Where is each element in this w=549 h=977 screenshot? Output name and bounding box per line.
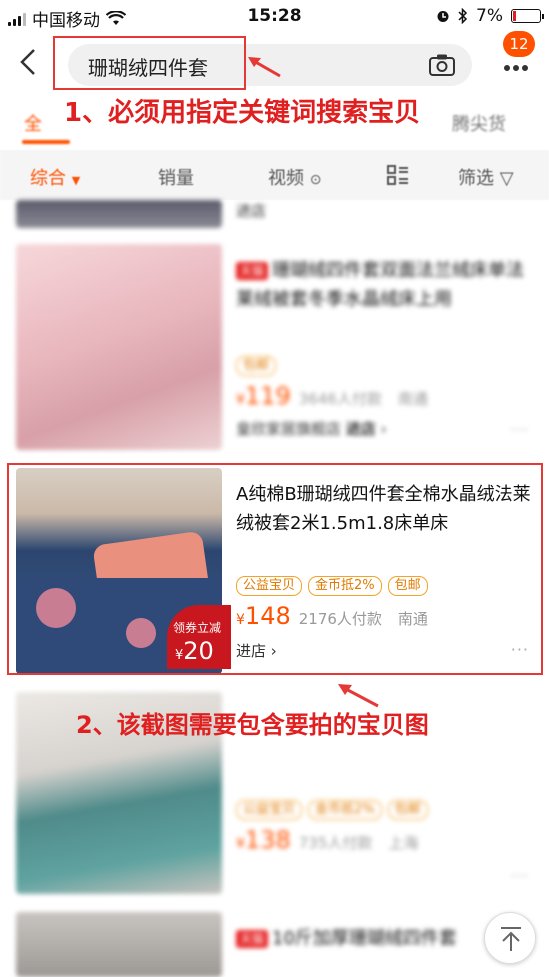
chevron-right-icon: ›	[380, 420, 387, 438]
shop-name[interactable]: 皇欣家居旗舰店 进店 ›	[236, 418, 387, 439]
filter-screen-label: 筛选	[458, 168, 494, 189]
tmall-badge: 天猫	[236, 930, 269, 948]
battery-percent: 7%	[476, 6, 503, 26]
tab-underline	[22, 140, 70, 144]
alarm-icon	[437, 11, 449, 22]
play-circle-icon: ⊙	[309, 172, 322, 188]
tag-coin-discount: 金币抵2%	[308, 800, 382, 820]
filter-video-label: 视频	[268, 168, 304, 189]
product-title-text: 珊瑚绒四件套双面法兰绒床单法莱绒被套冬季水晶绒床上用	[236, 260, 525, 310]
tag-charity: 公益宝贝	[236, 800, 303, 820]
bluetooth-icon	[458, 8, 468, 24]
shop-link: 进店	[345, 420, 376, 438]
tag-free-shipping: 包邮	[387, 800, 428, 820]
annotation-arrow-1	[248, 57, 281, 78]
sales-count: 3646人付款	[298, 390, 382, 408]
product-title-text: 10斤加厚珊瑚绒四件套	[272, 928, 457, 949]
camera-icon[interactable]	[428, 53, 456, 77]
product-image	[16, 912, 222, 977]
price-value: 119	[244, 382, 291, 410]
annotation-text-2: 2、该截图需要包含要拍的宝贝图	[76, 711, 429, 739]
product-image	[16, 244, 222, 450]
tab-hot-label: 尖货	[470, 114, 506, 135]
more-dots-icon[interactable]: ···	[511, 866, 529, 885]
more-dots-icon[interactable]: ···	[511, 420, 529, 439]
location: 南通	[397, 390, 428, 408]
back-to-top-button[interactable]	[484, 912, 536, 964]
location: 上海	[388, 834, 419, 852]
filter-sales[interactable]: 销量	[158, 164, 194, 190]
filter-comprehensive-label: 综合	[30, 168, 66, 189]
tab-hot-prefix: 腾	[452, 114, 470, 135]
shop-link[interactable]: 进店	[236, 200, 266, 221]
layout-toggle-icon[interactable]	[386, 164, 410, 186]
status-bar: 中国移动 15:28 7%	[0, 0, 549, 34]
price: ¥119 3646人付款 南通	[236, 382, 428, 410]
filter-comprehensive[interactable]: 综合 ▼	[30, 164, 80, 190]
arrow-up-icon	[501, 927, 521, 951]
list-item[interactable]: 天猫 珊瑚绒四件套双面法兰绒床单法莱绒被套冬季水晶绒床上用 包邮 ¥119 3646…	[0, 242, 549, 452]
list-item[interactable]: 天猫 10斤加厚珊瑚绒四件套	[0, 910, 549, 977]
notification-badge: 12	[503, 31, 535, 57]
tab-hot[interactable]: 腾尖货	[452, 110, 506, 136]
product-title: 天猫 珊瑚绒四件套双面法兰绒床单法莱绒被套冬季水晶绒床上用	[236, 256, 531, 314]
sales-count: 735人付款	[298, 834, 373, 852]
tab-all[interactable]: 全	[24, 110, 42, 136]
filter-bar: 综合 ▼ 销量 视频 ⊙ 筛选 ▽	[0, 150, 549, 200]
list-item[interactable]: 进店	[0, 200, 549, 236]
tag-free-shipping: 包邮	[236, 356, 277, 376]
currency: ¥	[236, 836, 245, 852]
funnel-icon: ▽	[499, 168, 514, 189]
price-value: 138	[244, 826, 291, 854]
back-icon[interactable]	[16, 46, 44, 78]
shop-name-text: 皇欣家居旗舰店	[236, 420, 342, 438]
currency: ¥	[236, 392, 245, 408]
keyword-highlight-box	[53, 36, 246, 90]
tmall-badge: 天猫	[236, 262, 269, 280]
annotation-text-1: 1、必须用指定关键词搜索宝贝	[64, 98, 421, 128]
price: ¥138 735人付款 上海	[236, 826, 418, 854]
product-image	[16, 200, 222, 228]
filter-video[interactable]: 视频 ⊙	[268, 164, 321, 190]
product-highlight-box	[7, 463, 543, 675]
battery-icon	[511, 9, 544, 23]
caret-down-icon: ▼	[71, 174, 81, 187]
filter-screen[interactable]: 筛选 ▽	[458, 164, 514, 190]
